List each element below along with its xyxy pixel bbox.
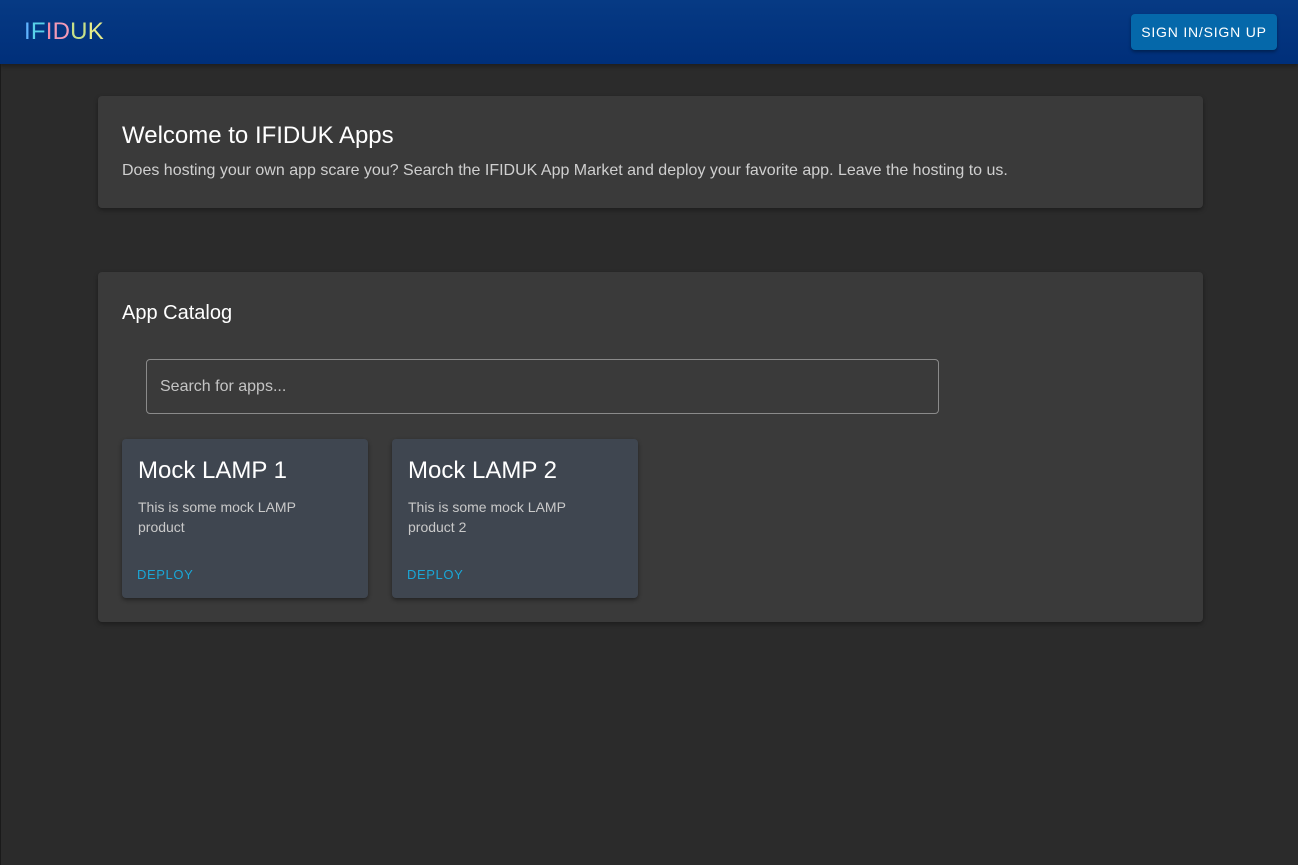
logo-letter: K — [87, 18, 104, 45]
app-card: Mock LAMP 1 This is some mock LAMP produ… — [122, 439, 368, 598]
logo-letter: I — [24, 18, 31, 45]
app-card: Mock LAMP 2 This is some mock LAMP produ… — [392, 439, 638, 598]
app-card-description: This is some mock LAMP product 2 — [408, 499, 566, 535]
logo-letter: U — [70, 18, 88, 45]
welcome-title: Welcome to IFIDUK Apps — [122, 122, 394, 149]
page-left-border — [0, 64, 1, 865]
app-card-description: This is some mock LAMP product — [138, 499, 296, 535]
welcome-panel: Welcome to IFIDUK Apps Does hosting your… — [98, 96, 1203, 208]
search-field[interactable] — [146, 359, 939, 414]
app-card-title: Mock LAMP 1 — [138, 457, 287, 484]
app-catalog-panel: App Catalog Mock LAMP 1 This is some moc… — [98, 272, 1203, 622]
logo-letter: I — [45, 18, 53, 45]
app-card-title: Mock LAMP 2 — [408, 457, 557, 484]
sign-in-sign-up-button[interactable]: SIGN IN/SIGN UP — [1131, 14, 1277, 50]
app-bar: IFIDUK SIGN IN/SIGN UP — [0, 0, 1298, 64]
welcome-text: Does hosting your own app scare you? Sea… — [122, 162, 1008, 179]
deploy-button[interactable]: DEPLOY — [130, 563, 200, 585]
logo-letter: D — [52, 18, 71, 45]
deploy-button[interactable]: DEPLOY — [400, 563, 470, 585]
logo-letter: F — [30, 18, 46, 45]
catalog-title: App Catalog — [122, 302, 233, 324]
search-input[interactable] — [147, 360, 938, 413]
logo[interactable]: IFIDUK — [24, 17, 104, 47]
